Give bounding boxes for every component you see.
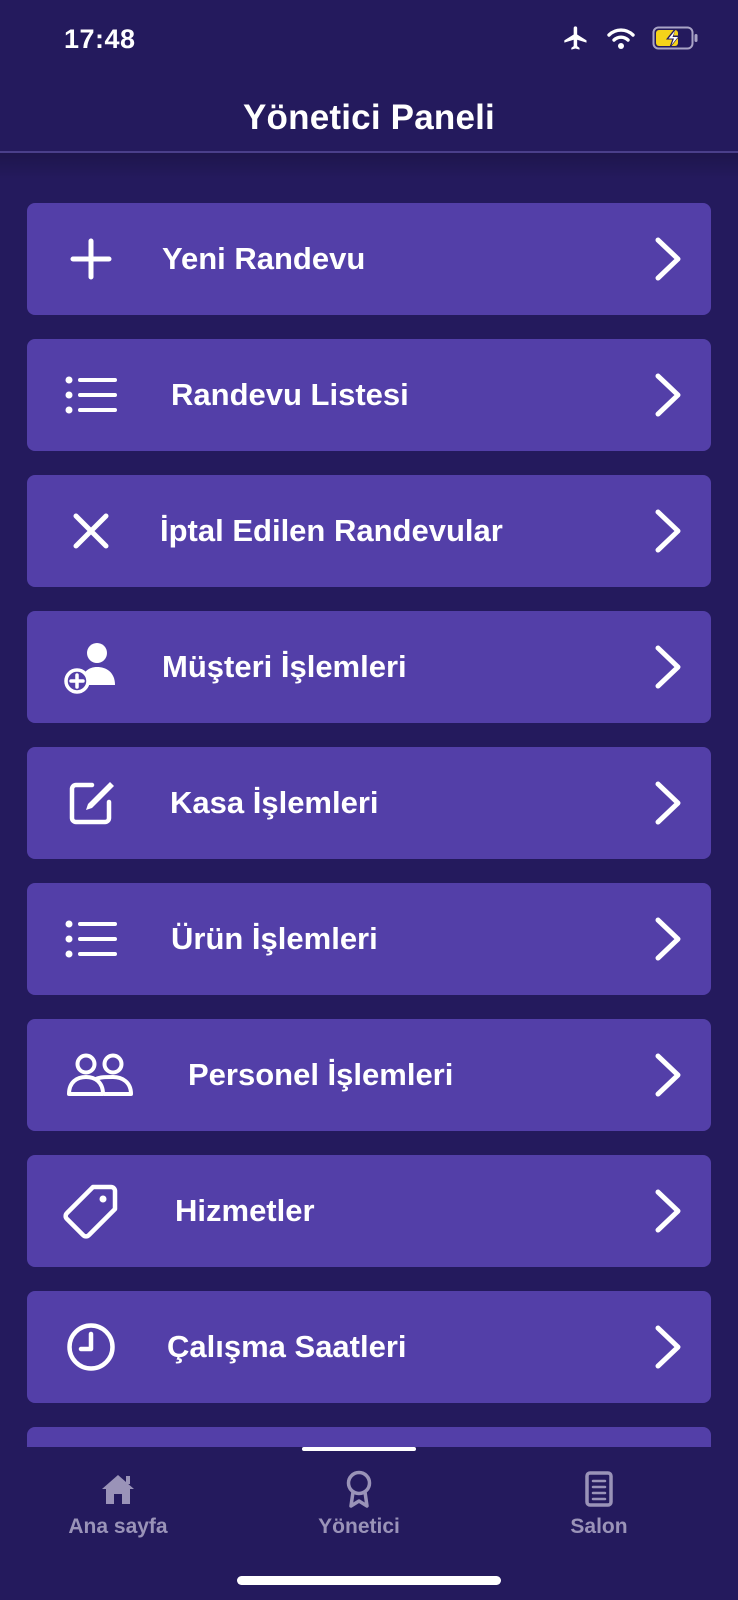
menu-item-label: Ürün İşlemleri <box>171 921 378 956</box>
people-icon <box>65 1047 135 1103</box>
menu-item-partially-visible[interactable] <box>27 1427 711 1447</box>
tab-manager[interactable]: Yönetici <box>259 1469 459 1549</box>
battery-charging-icon <box>652 25 700 51</box>
tab-label: Yönetici <box>318 1515 400 1538</box>
menu-item-new-appointment[interactable]: Yeni Randevu <box>27 203 711 315</box>
menu-item-cancelled-appointments[interactable]: İptal Edilen Randevular <box>27 475 711 587</box>
menu-item-customer-operations[interactable]: Müşteri İşlemleri <box>27 611 711 723</box>
menu-item-services[interactable]: Hizmetler <box>27 1155 711 1267</box>
plus-icon <box>63 231 119 287</box>
tab-label: Ana sayfa <box>68 1515 168 1538</box>
clock-icon <box>63 1319 119 1375</box>
menu-item-label: Yeni Randevu <box>162 241 366 276</box>
header-shadow <box>0 153 738 179</box>
close-icon <box>63 503 119 559</box>
tab-home[interactable]: Ana sayfa <box>18 1469 218 1549</box>
menu-item-label: İptal Edilen Randevular <box>160 513 503 548</box>
airplane-icon <box>562 24 590 52</box>
chevron-right-icon <box>655 509 681 553</box>
home-icon <box>98 1469 138 1509</box>
nav-header: Yönetici Paneli <box>0 84 738 152</box>
menu-item-product-operations[interactable]: Ürün İşlemleri <box>27 883 711 995</box>
tag-icon <box>63 1183 119 1239</box>
chevron-right-icon <box>655 373 681 417</box>
chevron-right-icon <box>655 1189 681 1233</box>
list-icon <box>63 367 119 423</box>
add-person-icon <box>63 639 119 695</box>
menu-item-label: Kasa İşlemleri <box>170 785 379 820</box>
chevron-right-icon <box>655 237 681 281</box>
tab-bar: Ana sayfa Yönetici Salon <box>0 1447 738 1600</box>
status-time: 17:48 <box>64 24 136 54</box>
chevron-right-icon <box>655 645 681 689</box>
menu-item-staff-operations[interactable]: Personel İşlemleri <box>27 1019 711 1131</box>
home-indicator[interactable] <box>237 1576 501 1585</box>
tab-salon[interactable]: Salon <box>499 1469 699 1549</box>
menu-list[interactable]: Yeni Randevu Randevu Listesi İptal Edile… <box>27 203 711 1447</box>
status-bar: 17:48 <box>0 0 738 84</box>
chevron-right-icon <box>655 1053 681 1097</box>
menu-item-working-hours[interactable]: Çalışma Saatleri <box>27 1291 711 1403</box>
screen: 17:48 Yönetici Paneli Yeni Randevu Rande… <box>0 0 738 1600</box>
menu-item-label: Müşteri İşlemleri <box>162 649 407 684</box>
menu-item-label: Hizmetler <box>175 1193 315 1228</box>
menu-item-label: Çalışma Saatleri <box>167 1329 407 1364</box>
badge-icon <box>339 1469 379 1509</box>
menu-item-cashbox-operations[interactable]: Kasa İşlemleri <box>27 747 711 859</box>
wifi-icon <box>606 26 636 50</box>
menu-item-label: Personel İşlemleri <box>188 1057 454 1092</box>
menu-item-label: Randevu Listesi <box>171 377 409 412</box>
tab-label: Salon <box>570 1515 628 1538</box>
chevron-right-icon <box>655 781 681 825</box>
edit-square-icon <box>63 775 119 831</box>
menu-item-appointment-list[interactable]: Randevu Listesi <box>27 339 711 451</box>
chevron-right-icon <box>655 1325 681 1369</box>
status-icons <box>562 24 700 52</box>
page-title: Yönetici Paneli <box>243 98 495 137</box>
chevron-right-icon <box>655 917 681 961</box>
notebook-icon <box>579 1469 619 1509</box>
list-icon <box>63 911 119 967</box>
active-tab-indicator <box>302 1447 416 1451</box>
